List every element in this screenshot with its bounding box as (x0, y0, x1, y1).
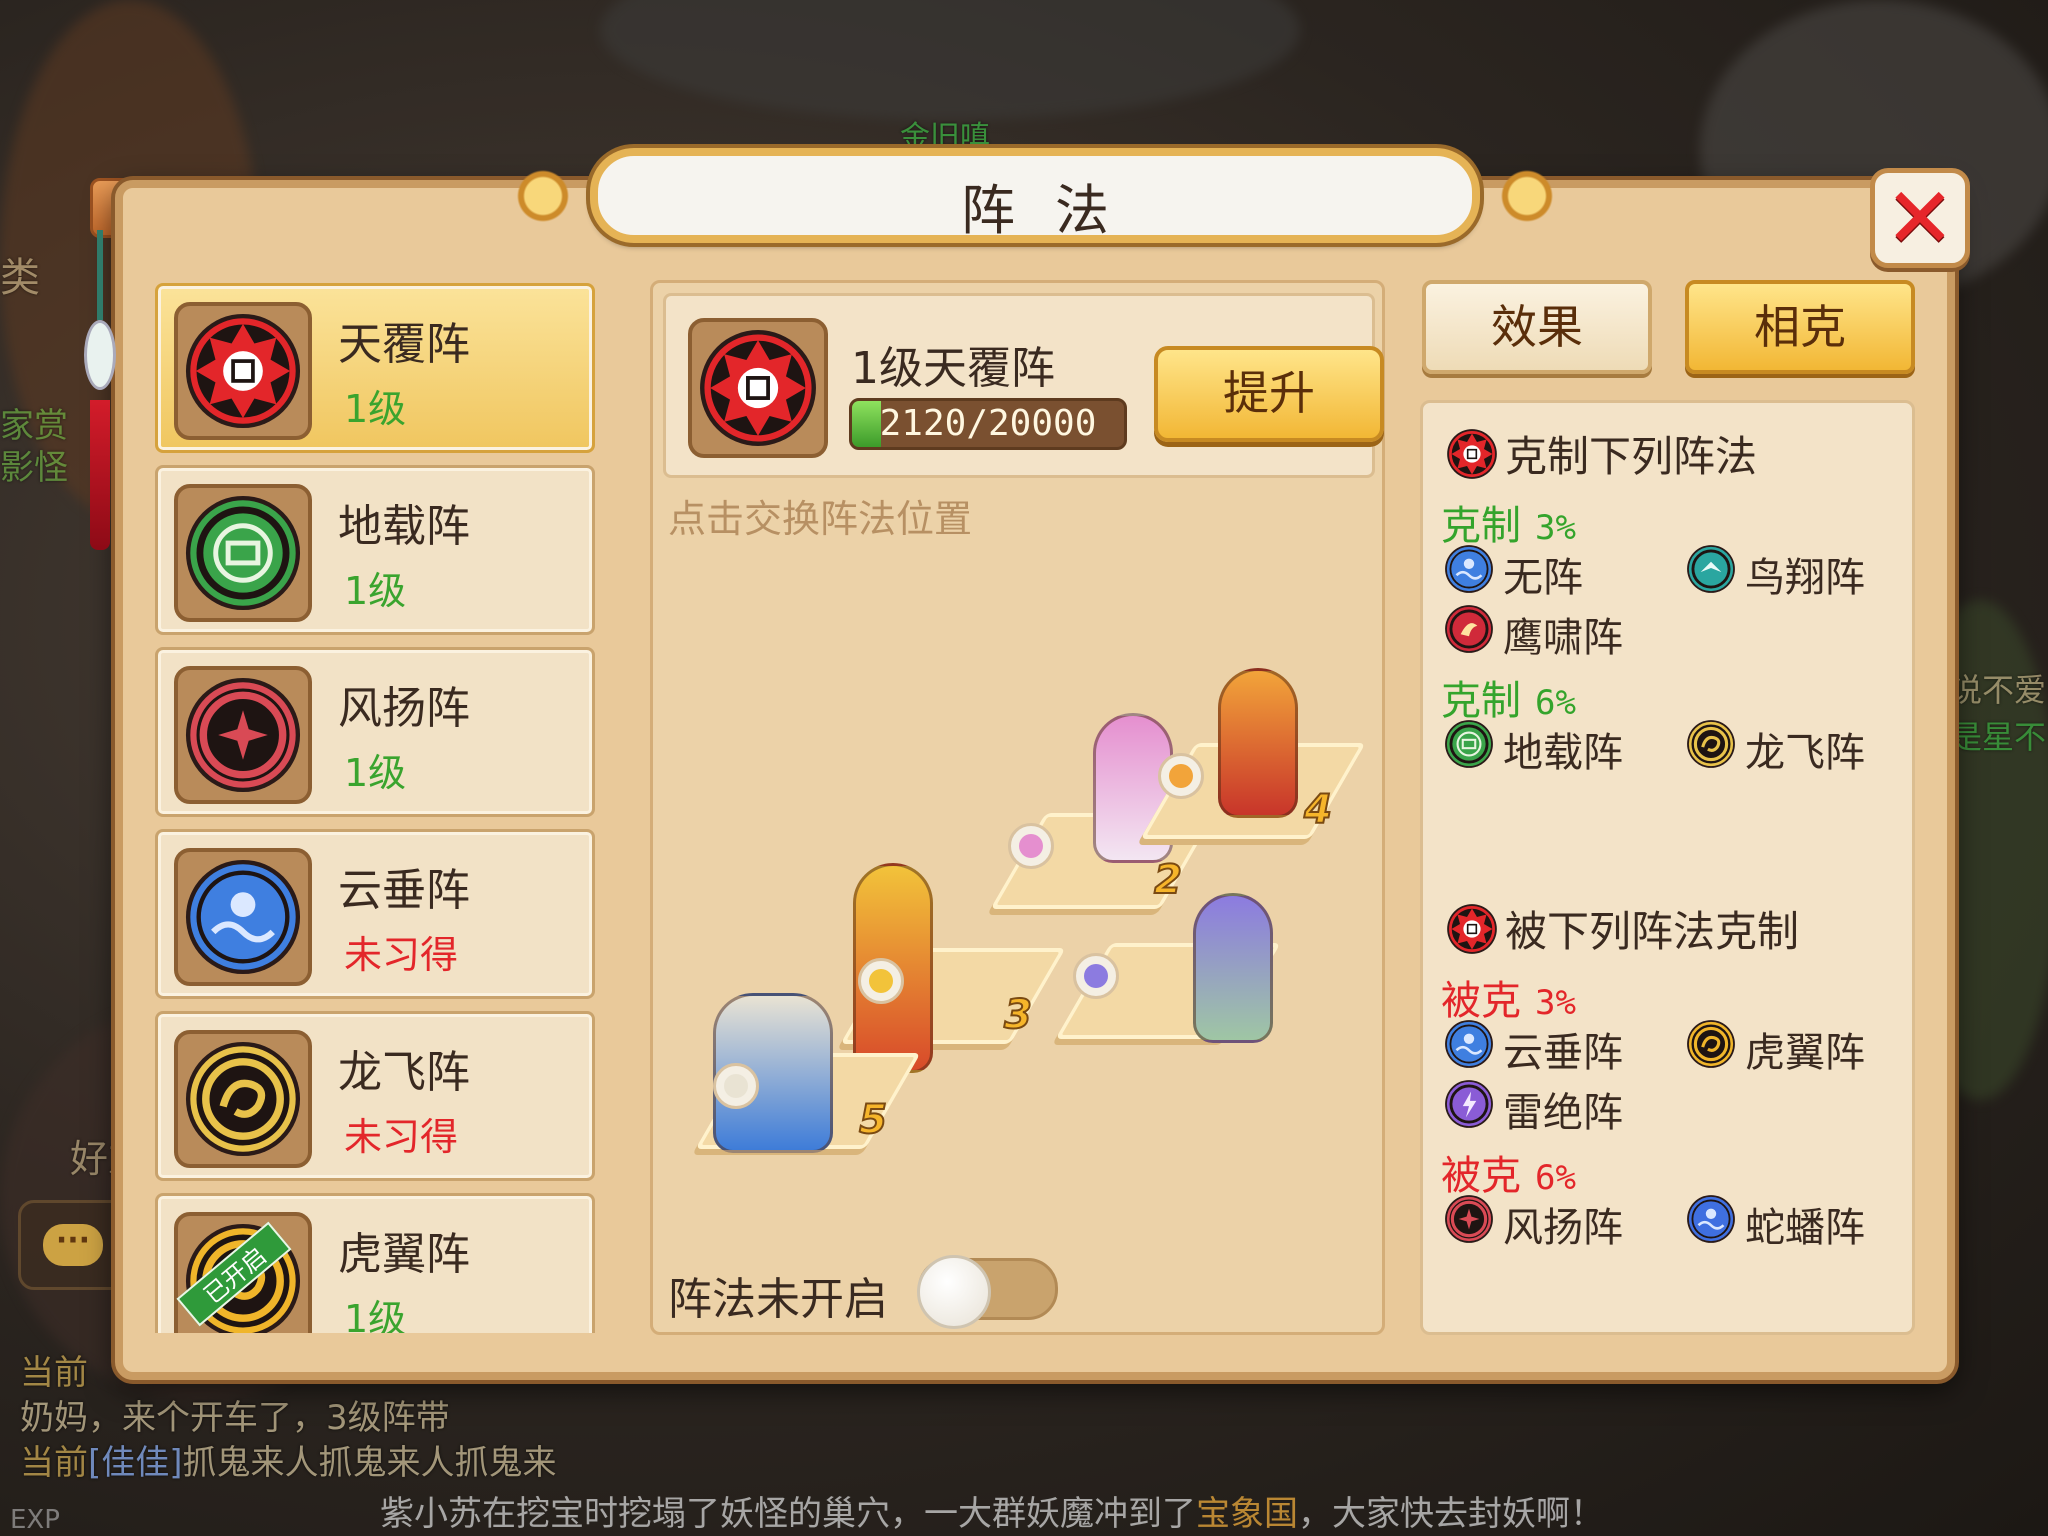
formation-name: 地载阵 (338, 501, 470, 552)
formation-name: 龙飞阵 (338, 1047, 470, 1098)
counter-section-title: 被下列阵法克制 (1445, 898, 1799, 959)
background-text-fragment: 是星不 (1950, 718, 2047, 756)
formation-exp-bar: 2120/20000 (849, 398, 1127, 450)
counter-panel: 克制下列阵法 克制 3% 无阵 鸟翔阵 鹰啸阵 克制 6% 地载阵 龙飞阵 被下列阵法克制 被克 3% 云… (1420, 400, 1915, 1335)
formation-item[interactable]: 风扬阵 1级 (155, 647, 595, 817)
chat-message: 抓鬼来人抓鬼来人抓鬼来 (182, 1443, 557, 1483)
upgrade-button[interactable]: 提升 (1154, 346, 1384, 442)
formation-exp-text: 2120/20000 (879, 403, 1097, 444)
exp-label: EXP (10, 1505, 60, 1535)
formation-level: 1级 (344, 569, 407, 613)
counter-formation-entry[interactable]: 地载阵 (1443, 718, 1623, 780)
counter-formation-entry[interactable]: 蛇蟠阵 (1685, 1193, 1865, 1255)
counter-formation-entry[interactable]: 风扬阵 (1443, 1193, 1623, 1255)
position-buff-icon[interactable] (858, 958, 904, 1004)
chat-player-name[interactable]: [佳佳] (88, 1443, 183, 1483)
close-button[interactable]: ✕ (1870, 168, 1970, 268)
formation-level: 未习得 (344, 1115, 459, 1159)
formation-name: 天覆阵 (338, 319, 470, 370)
chat-bubble-icon: ··· (43, 1224, 103, 1266)
formation-name: 风扬阵 (338, 683, 470, 734)
formation-list[interactable]: 天覆阵 1级 地载阵 1级 风扬阵 1级 云垂阵 未习得 龙飞阵 未习得 已开启 虎翼阵 1级 (155, 283, 595, 1333)
page-title: 阵法 (961, 179, 1149, 242)
wu-icon (1443, 543, 1503, 605)
dizai-icon (174, 484, 312, 622)
formation-item[interactable]: 龙飞阵 未习得 (155, 1011, 595, 1181)
position-buff-icon[interactable] (1008, 823, 1054, 869)
formation-level: 1级 (344, 1297, 407, 1333)
counter-section-title: 克制下列阵法 (1445, 423, 1757, 484)
current-formation-box: 1级天覆阵 2120/20000 提升 (663, 293, 1384, 478)
niaoxiang-icon (1685, 543, 1745, 605)
formation-item[interactable]: 天覆阵 1级 (155, 283, 595, 453)
longfei-icon (1685, 718, 1745, 780)
background-text-fragment: 家赏 影怪 (0, 406, 68, 488)
tassel-decoration (80, 230, 120, 550)
toggle-knob (917, 1255, 991, 1329)
tianfu-icon (174, 302, 312, 440)
fengyang-icon (174, 666, 312, 804)
slot-number: 5 (858, 1096, 888, 1144)
counter-formation-entry[interactable]: 鹰啸阵 (1443, 603, 1623, 665)
position-buff-icon[interactable] (713, 1063, 759, 1109)
current-formation-name: 1级天覆阵 (851, 343, 1055, 394)
tianfu-icon (1445, 427, 1499, 481)
background-text-fragment: 说不爱 (1950, 671, 2047, 709)
position-buff-icon[interactable] (1073, 953, 1119, 999)
formation-toggle-switch[interactable] (917, 1255, 1058, 1329)
background-text-fragment: 类 (0, 255, 40, 301)
formation-item[interactable]: 已开启 虎翼阵 1级 (155, 1193, 595, 1333)
counter-formation-entry[interactable]: 鸟翔阵 (1685, 543, 1865, 605)
leijue-icon (1443, 1078, 1503, 1140)
chat-channel: 当前 (20, 1443, 88, 1483)
formation-level: 未习得 (344, 933, 459, 977)
dizai-icon (1443, 718, 1503, 780)
chat-button[interactable]: ··· (18, 1200, 128, 1290)
slot-number: 4 (1303, 786, 1333, 834)
counter-formation-entry[interactable]: 云垂阵 (1443, 1018, 1623, 1080)
formation-level: 1级 (344, 387, 407, 431)
formation-name: 云垂阵 (338, 865, 470, 916)
yunchui-icon (1443, 1018, 1503, 1080)
position-buff-icon[interactable] (1158, 753, 1204, 799)
huyi-icon (1685, 1018, 1745, 1080)
fengyang-icon (1443, 1193, 1503, 1255)
tianfu-icon (1445, 902, 1499, 956)
swap-position-hint: 点击交换阵法位置 (668, 497, 973, 541)
tab-counter[interactable]: 相克 (1685, 280, 1915, 374)
tianfu-icon (688, 318, 828, 458)
yingxiao-icon (1443, 603, 1503, 665)
slot-number: 3 (1003, 991, 1033, 1039)
counter-formation-entry[interactable]: 雷绝阵 (1443, 1078, 1623, 1140)
chat-line: 当前 (20, 1353, 88, 1393)
counter-formation-entry[interactable]: 龙飞阵 (1685, 718, 1865, 780)
formation-board: 12345 (653, 543, 1388, 1153)
formation-level: 1级 (344, 751, 407, 795)
formation-name: 虎翼阵 (338, 1229, 470, 1280)
system-ticker: 紫小苏在挖宝时挖塌了妖怪的巢穴，一大群妖魔冲到了宝象国，大家快去封妖啊！ (380, 1494, 1604, 1534)
formation-item[interactable]: 地载阵 1级 (155, 465, 595, 635)
chat-line: 奶妈，来个开车了，3级阵带 (20, 1398, 450, 1438)
formation-toggle-label: 阵法未开启 (668, 1274, 888, 1325)
counter-formation-entry[interactable]: 无阵 (1443, 543, 1583, 605)
shepan-icon (1685, 1193, 1745, 1255)
close-icon: ✕ (1884, 169, 1956, 267)
party-member-sprite[interactable] (1218, 668, 1298, 818)
party-member-sprite[interactable] (1193, 893, 1273, 1043)
formation-detail-panel: 1级天覆阵 2120/20000 提升 点击交换阵法位置 12345 阵法未开启 (650, 280, 1385, 1335)
tab-effect[interactable]: 效果 (1422, 280, 1652, 374)
ticker-location: 宝象国 (1196, 1494, 1298, 1534)
chat-line: 当前[佳佳]抓鬼来人抓鬼来人抓鬼来 (20, 1435, 557, 1484)
title-banner: 阵法 (488, 148, 1582, 243)
longfei-icon (174, 1030, 312, 1168)
yunchui-icon (174, 848, 312, 986)
formation-item[interactable]: 云垂阵 未习得 (155, 829, 595, 999)
counter-formation-entry[interactable]: 虎翼阵 (1685, 1018, 1865, 1080)
slot-number: 2 (1153, 856, 1183, 904)
